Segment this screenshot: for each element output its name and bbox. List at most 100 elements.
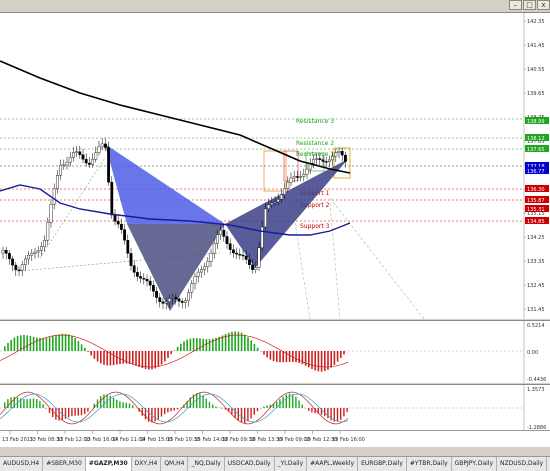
- ind1-bar: [298, 351, 300, 363]
- candle-body: [322, 160, 324, 162]
- ind1-bar: [180, 344, 182, 351]
- symbol-tab[interactable]: _YI,Daily: [275, 457, 308, 471]
- candle-body: [303, 174, 305, 176]
- ind1-bar: [7, 343, 9, 351]
- candle-body: [63, 165, 65, 166]
- candle-body: [40, 247, 42, 251]
- symbol-tab[interactable]: DXY,H4: [132, 457, 162, 471]
- ind1-bar: [244, 335, 246, 351]
- ind1-bar: [87, 351, 89, 352]
- ind2-bar: [244, 408, 245, 423]
- symbol-tab[interactable]: NZDUSD,Daily: [497, 457, 547, 471]
- ind1-bar: [4, 346, 6, 351]
- ind2-bar: [177, 408, 178, 409]
- candle-body: [143, 278, 145, 279]
- ind2-bar: [122, 402, 123, 408]
- candle-body: [299, 177, 301, 178]
- ind1-axis-mid: 0.00: [527, 350, 538, 356]
- ind1-bar: [138, 351, 140, 367]
- ind1-bar: [183, 341, 185, 351]
- candle-body: [162, 302, 164, 304]
- symbol-tab[interactable]: QM,H4: [161, 457, 188, 471]
- candle-body: [111, 182, 113, 215]
- ind1-bar: [81, 344, 83, 351]
- candle-body: [283, 188, 285, 194]
- candle-body: [178, 299, 180, 301]
- candle-body: [235, 253, 237, 254]
- candle-body: [261, 227, 263, 248]
- ind2-bar: [26, 399, 27, 408]
- ind1-bar: [42, 338, 44, 351]
- candle-body: [152, 285, 154, 291]
- candle-body: [232, 250, 234, 253]
- indicator-panel-2[interactable]: 1.3573 -1.2886: [0, 384, 550, 431]
- symbol-tab[interactable]: AUDUSD,H4: [0, 457, 43, 471]
- ind1-bar: [78, 341, 80, 351]
- date-tick: 19 Feb 16:00: [332, 437, 365, 443]
- ind2-bar: [116, 400, 117, 408]
- chart-window: – □ x 142.35141.45140.55139.65138.75137.…: [0, 0, 550, 470]
- ind2-bar: [308, 408, 309, 411]
- candle-body: [293, 176, 295, 178]
- ind1-bar: [23, 335, 25, 351]
- ind1-bar: [266, 351, 268, 357]
- price-chart-panel[interactable]: 142.35141.45140.55139.65138.75137.85136.…: [0, 12, 550, 319]
- symbol-tab[interactable]: USDCAD,Daily: [225, 457, 275, 471]
- ind2-axis-top: 1.3573: [527, 387, 545, 393]
- candle-body: [127, 240, 129, 253]
- ind2-bar: [49, 408, 50, 413]
- pattern-triangle-3: [225, 159, 348, 268]
- ind2-bar: [289, 393, 290, 408]
- ind1-bar: [52, 336, 54, 351]
- symbol-tab[interactable]: #YTBR,Daily: [407, 457, 452, 471]
- ind1-bar: [206, 339, 208, 351]
- symbol-tab[interactable]: EURGBP,Daily: [358, 457, 407, 471]
- window-controls: – □ x: [509, 0, 550, 10]
- candle-body: [155, 291, 157, 297]
- ind1-bar: [142, 351, 144, 368]
- ind1-bar: [334, 351, 336, 365]
- ind2-bar: [257, 408, 258, 411]
- minimize-button[interactable]: –: [509, 0, 522, 10]
- candle-body: [245, 256, 247, 260]
- candle-body: [5, 250, 7, 253]
- indicator-panel-1[interactable]: 0.5214 0.00 -0.4436: [0, 320, 550, 383]
- projection-line-2: [330, 198, 424, 319]
- ind2-bar: [286, 394, 287, 408]
- candle-body: [130, 253, 132, 265]
- ind2-bar: [241, 408, 242, 423]
- candle-body: [171, 297, 173, 298]
- candle-body: [319, 159, 321, 160]
- ind1-bar: [164, 351, 166, 361]
- ind1-bar: [90, 351, 92, 355]
- ind1-bar: [324, 351, 326, 371]
- ind2-bar: [250, 408, 251, 418]
- ind2-bar: [33, 399, 34, 408]
- ind1-bar: [103, 351, 105, 365]
- ind2-bar: [254, 408, 255, 415]
- candle-body: [258, 248, 260, 268]
- candle-body: [287, 182, 289, 188]
- resistance-1-label: Resistance 1: [296, 151, 334, 158]
- level-box-1: [264, 151, 286, 191]
- candle-body: [136, 272, 138, 276]
- candle-body: [114, 215, 116, 221]
- symbol-tab[interactable]: #AAPL,Weekly: [307, 457, 358, 471]
- symbol-tab[interactable]: GBPJPY,Daily: [452, 457, 497, 471]
- ind2-bar: [81, 408, 82, 415]
- ind2-bar: [282, 397, 283, 408]
- price-label: 135.87: [527, 198, 545, 204]
- ind2-bar: [215, 406, 216, 408]
- price-label: 136.77: [527, 169, 545, 175]
- ind1-bar: [132, 351, 134, 365]
- symbol-tab[interactable]: #GAZP,M30: [86, 457, 132, 471]
- candle-body: [98, 147, 100, 153]
- maximize-button[interactable]: □: [523, 0, 536, 10]
- ind1-bar: [71, 336, 73, 351]
- close-button[interactable]: x: [537, 0, 550, 10]
- candle-body: [146, 279, 148, 281]
- candle-body: [43, 240, 45, 246]
- symbol-tab[interactable]: #SBER,M30: [43, 457, 86, 471]
- candle-body: [191, 284, 193, 293]
- symbol-tab[interactable]: _NQ,Daily: [188, 457, 224, 471]
